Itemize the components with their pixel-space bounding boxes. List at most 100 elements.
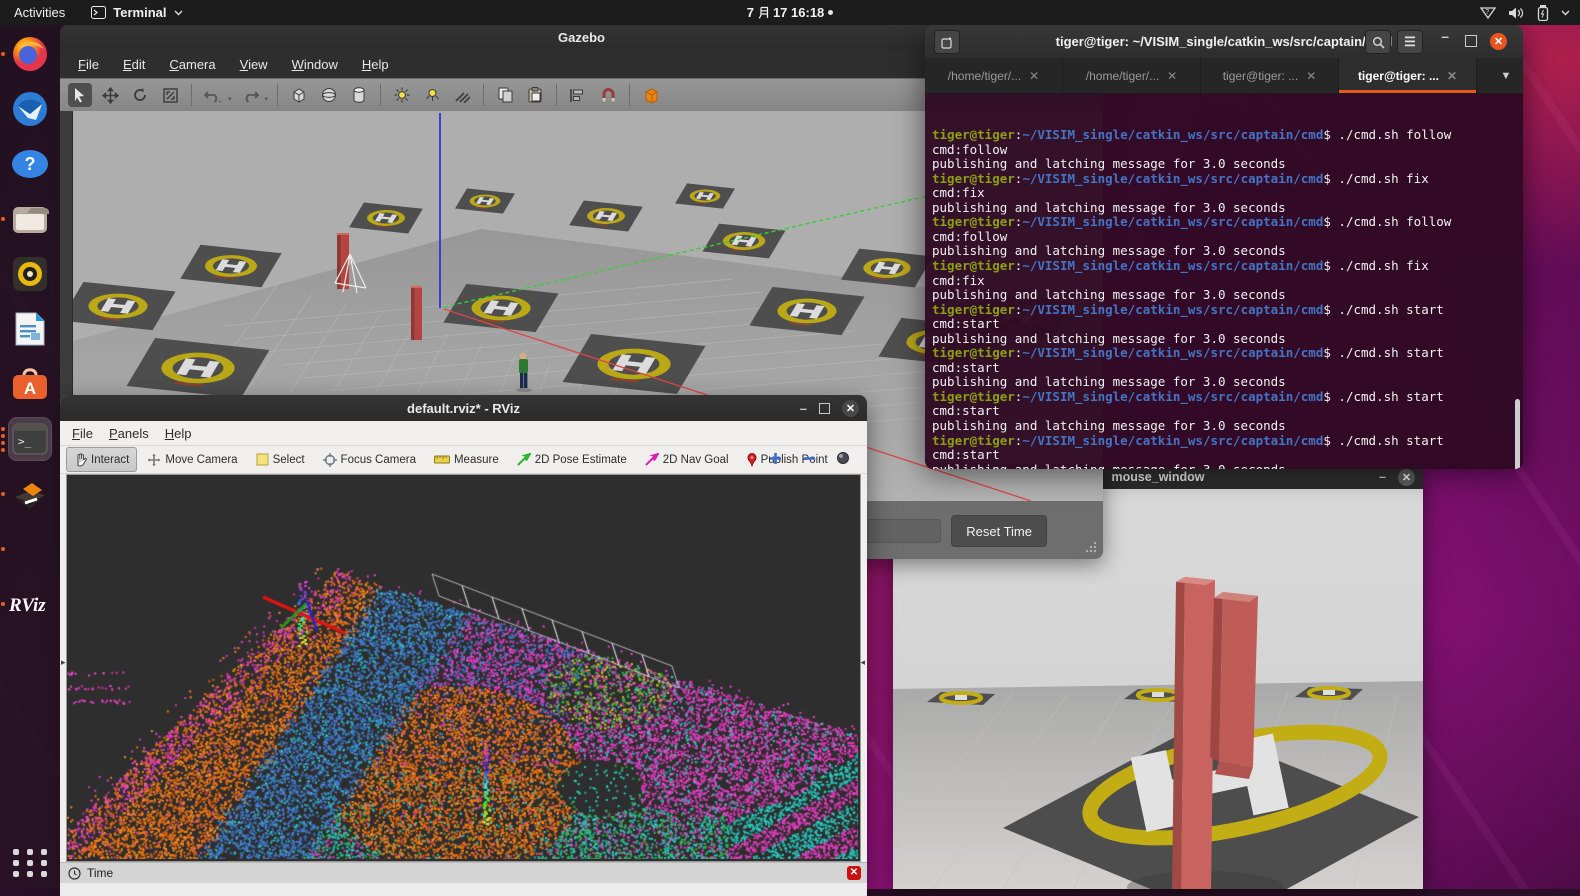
tab-close-icon[interactable]: ✕: [1029, 69, 1039, 83]
maximize-button[interactable]: [1465, 35, 1477, 47]
dock-item-firefox[interactable]: [9, 33, 51, 75]
gazebo-tool-box-button[interactable]: [287, 83, 311, 107]
gazebo-menu-window[interactable]: Window: [292, 57, 338, 72]
gazebo-tool-paste-button[interactable]: [523, 83, 547, 107]
right-panel-expand-arrow[interactable]: ◂: [860, 657, 865, 668]
dock-item-gazebo[interactable]: [9, 473, 51, 515]
terminal-tab-2[interactable]: /home/tiger/... ✕: [1063, 58, 1201, 93]
svg-text:A: A: [24, 379, 36, 398]
terminal-line: publishing and latching message for 3.0 …: [932, 244, 1523, 259]
terminal-tab-4[interactable]: tiger@tiger: ...✕: [1339, 58, 1477, 93]
gazebo-tool-cylinder-button[interactable]: [347, 83, 371, 107]
close-button[interactable]: ✕: [1398, 469, 1415, 486]
dock-item-thunderbird[interactable]: [9, 88, 51, 130]
camera-sphere-button[interactable]: [833, 449, 853, 467]
new-tab-button[interactable]: [934, 30, 960, 54]
rviz-tool-select[interactable]: Select: [248, 447, 313, 472]
terminal-line: tiger@tiger:~/VISIM_single/catkin_ws/src…: [932, 434, 1523, 449]
gazebo-tool-scale-button[interactable]: [158, 83, 182, 107]
minimize-button[interactable]: –: [1379, 470, 1386, 484]
dock-item-help[interactable]: ?: [9, 143, 51, 185]
rviz-tool-interact[interactable]: Interact: [66, 447, 137, 472]
gazebo-menu-help[interactable]: Help: [362, 57, 389, 72]
tab-close-icon[interactable]: ✕: [1306, 69, 1316, 83]
gazebo-tool-directional-light-button[interactable]: [450, 83, 474, 107]
dock-item-libreoffice[interactable]: [9, 308, 51, 350]
rviz-menu-panels[interactable]: Panels: [109, 426, 149, 441]
menu-button[interactable]: ☰: [1397, 30, 1423, 54]
time-panel-header[interactable]: Time ✕: [60, 862, 867, 883]
terminal-titlebar[interactable]: tiger@tiger: ~/VISIM_single/catkin_ws/sr…: [925, 25, 1523, 58]
dock-item-rviz[interactable]: RViz: [9, 583, 51, 625]
terminal-content[interactable]: tiger@tiger:~/VISIM_single/catkin_ws/src…: [925, 94, 1523, 469]
tab-list-caret[interactable]: ▼: [1489, 58, 1523, 93]
gazebo-tool-building-editor-button[interactable]: [639, 83, 663, 107]
svg-text:?: ?: [1485, 9, 1489, 16]
status-tray[interactable]: ?: [1480, 0, 1570, 25]
dock-item-blank[interactable]: [9, 528, 51, 570]
close-button[interactable]: ✕: [1490, 33, 1507, 50]
rviz-tool-2d-pose-estimate[interactable]: 2D Pose Estimate: [509, 447, 635, 472]
dock-item-terminal[interactable]: >_: [9, 418, 51, 460]
left-panel-expand-arrow[interactable]: ▸: [61, 657, 66, 668]
resize-grip[interactable]: [1085, 541, 1097, 553]
terminal-tab-3[interactable]: tiger@tiger: ...✕: [1201, 58, 1339, 93]
dock-item-files[interactable]: [9, 198, 51, 240]
tab-close-icon[interactable]: ✕: [1167, 69, 1177, 83]
tab-label: /home/tiger/...: [948, 69, 1021, 83]
maximize-button[interactable]: [819, 403, 830, 414]
rviz-viewport[interactable]: [66, 474, 861, 862]
dock-item-rhythmbox[interactable]: [9, 253, 51, 295]
terminal-window: tiger@tiger: ~/VISIM_single/catkin_ws/sr…: [925, 25, 1523, 463]
pointcloud-canvas[interactable]: [67, 475, 858, 859]
gazebo-tool-point-light-button[interactable]: [420, 83, 444, 107]
gazebo-menu-view[interactable]: View: [240, 57, 268, 72]
minimize-button[interactable]: –: [800, 401, 807, 416]
clock[interactable]: 717 16:18: [710, 5, 870, 20]
rviz-menu-file[interactable]: File: [72, 426, 93, 441]
terminal-line: cmd:fix: [932, 274, 1523, 289]
close-button[interactable]: ✕: [842, 400, 859, 417]
rviz-view-buttons: [765, 449, 853, 467]
zoom-out-button[interactable]: [799, 449, 819, 467]
terminal-line: publishing and latching message for 3.0 …: [932, 463, 1523, 469]
rviz-tool-focus-camera[interactable]: Focus Camera: [315, 447, 424, 472]
terminal-icon: >_: [12, 423, 48, 455]
gazebo-tool-sphere-button[interactable]: [317, 83, 341, 107]
rviz-tool-move-camera[interactable]: Move Camera: [139, 447, 245, 472]
volume-icon: [1508, 6, 1525, 20]
time-panel-close-button[interactable]: ✕: [847, 866, 861, 880]
rviz-menu-help[interactable]: Help: [165, 426, 192, 441]
gazebo-tool-undo-button[interactable]: [201, 83, 225, 107]
svg-text:>_: >_: [18, 435, 32, 448]
gazebo-tool-redo-button[interactable]: [238, 83, 262, 107]
notification-dot: [828, 10, 833, 15]
gazebo-tool-copy-button[interactable]: [493, 83, 517, 107]
rviz-titlebar[interactable]: default.rviz* - RViz – ✕: [60, 395, 867, 421]
gazebo-tool-sun-button[interactable]: [390, 83, 414, 107]
gazebo-tool-translate-button[interactable]: [98, 83, 122, 107]
tab-close-icon[interactable]: ✕: [1447, 69, 1457, 83]
terminal-tab-1[interactable]: /home/tiger/... ✕: [925, 58, 1063, 93]
gazebo-tool-snap-button[interactable]: [596, 83, 620, 107]
redo-caret-icon[interactable]: ▾: [265, 95, 269, 103]
gazebo-menu-camera[interactable]: Camera: [169, 57, 215, 72]
rviz-tool-measure[interactable]: Measure: [426, 447, 507, 472]
minimize-button[interactable]: –: [1441, 28, 1449, 44]
dock-item-software[interactable]: A: [9, 363, 51, 405]
zoom-in-button[interactable]: [765, 449, 785, 467]
show-applications-button[interactable]: [12, 845, 48, 881]
gazebo-tool-align-button[interactable]: [566, 83, 590, 107]
search-button[interactable]: [1365, 30, 1391, 54]
terminal-scrollbar-thumb[interactable]: [1515, 399, 1520, 469]
rviz-tool-2d-nav-goal[interactable]: 2D Nav Goal: [637, 447, 737, 472]
gazebo-menu-edit[interactable]: Edit: [123, 57, 145, 72]
tab-label: /home/tiger/...: [1086, 69, 1159, 83]
reset-time-button[interactable]: Reset Time: [951, 515, 1047, 547]
activities-button[interactable]: Activities: [14, 5, 65, 20]
gazebo-menu-file[interactable]: File: [78, 57, 99, 72]
gazebo-tool-rotate-button[interactable]: [128, 83, 152, 107]
gazebo-tool-select-arrow-button[interactable]: [68, 83, 92, 107]
app-menu[interactable]: Terminal: [91, 5, 182, 20]
undo-caret-icon[interactable]: ▾: [228, 95, 232, 103]
